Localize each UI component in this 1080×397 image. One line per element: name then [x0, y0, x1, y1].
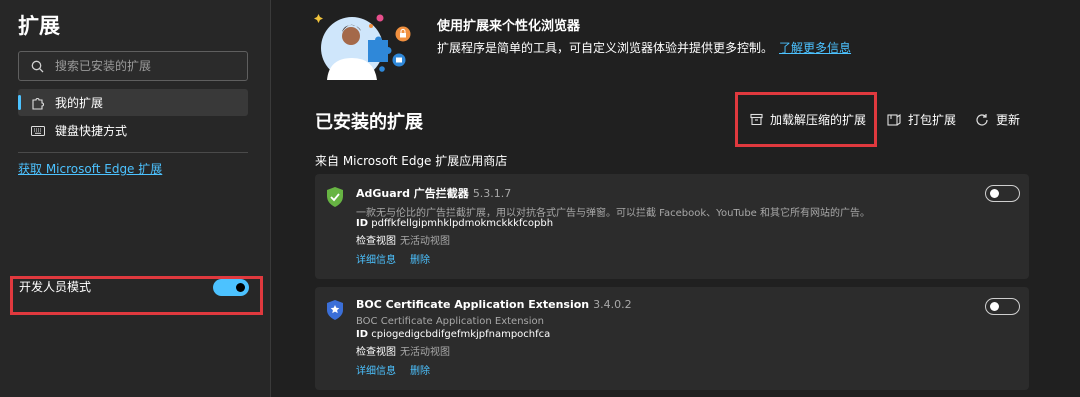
installed-title: 已安装的扩展: [315, 112, 423, 133]
sidebar-item-my-extensions[interactable]: 我的扩展: [18, 89, 248, 116]
inspect-label: 检查视图: [356, 236, 396, 247]
extension-links: 详细信息 删除: [356, 251, 444, 266]
extension-id: ID cpiogedigcbdifgefmkjpfnampochfca: [356, 329, 550, 340]
extension-id: ID pdffkfellgipmhklpdmokmckkkfcopbh: [356, 218, 553, 229]
extension-name-text: AdGuard 广告拦截器: [356, 187, 469, 200]
toggle-knob: [236, 283, 245, 292]
remove-link[interactable]: 删除: [410, 255, 430, 266]
id-value: pdffkfellgipmhklpdmokmckkkfcopbh: [371, 218, 554, 229]
sidebar-divider: [18, 152, 248, 153]
badge-icon: [327, 300, 343, 320]
extension-name-text: BOC Certificate Application Extension: [356, 298, 590, 311]
search-input[interactable]: [55, 59, 235, 73]
id-label: ID: [356, 218, 369, 229]
extension-version: 3.4.0.2: [593, 298, 632, 311]
extension-description: 一款无与伦比的广告拦截扩展，用以对抗各式广告与弹窗。可以拦截 Facebook、…: [356, 208, 871, 219]
sidebar-item-label: 我的扩展: [55, 96, 104, 110]
update-button[interactable]: 更新: [975, 111, 1020, 128]
shield-check-icon: [327, 187, 343, 207]
extension-card-boc: BOC Certificate Application Extension 3.4…: [315, 287, 1029, 390]
extension-card-adguard: AdGuard 广告拦截器 5.3.1.7 一款无与伦比的广告拦截扩展，用以对抗各…: [315, 174, 1029, 279]
details-link[interactable]: 详细信息: [356, 255, 396, 266]
search-icon: [31, 60, 44, 72]
toggle-knob: [990, 302, 999, 311]
extension-name: AdGuard 广告拦截器 5.3.1.7: [356, 185, 511, 201]
hero-description-text: 扩展程序是简单的工具，可自定义浏览器体验并提供更多控制。: [437, 41, 774, 55]
extension-toggle[interactable]: [985, 185, 1020, 202]
inspect-views: 检查视图 无活动视图: [356, 232, 450, 247]
developer-mode-label: 开发人员模式: [19, 280, 92, 294]
store-source-label: 来自 Microsoft Edge 扩展应用商店: [315, 154, 508, 168]
refresh-icon: [976, 113, 988, 126]
id-label: ID: [356, 329, 369, 340]
sidebar-item-keyboard-shortcuts[interactable]: 键盘快捷方式: [18, 117, 248, 144]
developer-mode-toggle[interactable]: [213, 279, 249, 296]
load-unpacked-highlight: [735, 92, 877, 147]
remove-link[interactable]: 删除: [410, 366, 430, 377]
active-indicator: [18, 95, 21, 110]
inspect-value: 无活动视图: [400, 347, 450, 358]
id-value: cpiogedigcbdifgefmkjpfnampochfca: [371, 329, 551, 340]
pack-icon: [887, 113, 901, 126]
learn-more-link[interactable]: 了解更多信息: [779, 41, 851, 55]
search-box[interactable]: [18, 51, 248, 81]
toggle-knob: [990, 189, 999, 198]
inspect-value: 无活动视图: [400, 236, 450, 247]
pack-extension-label: 打包扩展: [908, 113, 957, 127]
pack-extension-button[interactable]: 打包扩展: [887, 111, 956, 128]
hero-title: 使用扩展来个性化浏览器: [437, 19, 581, 34]
extension-name: BOC Certificate Application Extension 3.4…: [356, 298, 632, 311]
extension-links: 详细信息 删除: [356, 362, 444, 377]
extension-toggle[interactable]: [985, 298, 1020, 315]
get-extensions-link[interactable]: 获取 Microsoft Edge 扩展: [18, 160, 162, 177]
extension-version: 5.3.1.7: [472, 187, 512, 200]
update-label: 更新: [996, 113, 1021, 127]
sidebar: 扩展 我的扩展 键盘快捷方式 获取 Microsoft Edge 扩展: [0, 0, 271, 397]
puzzle-icon: [31, 96, 45, 110]
hero-description: 扩展程序是简单的工具，可自定义浏览器体验并提供更多控制。 了解更多信息: [437, 39, 851, 56]
extension-description: BOC Certificate Application Extension: [356, 316, 544, 327]
details-link[interactable]: 详细信息: [356, 366, 396, 377]
keyboard-icon: [31, 124, 45, 138]
inspect-views: 检查视图 无活动视图: [356, 343, 450, 358]
hero-illustration: [314, 14, 411, 80]
inspect-label: 检查视图: [356, 347, 396, 358]
sidebar-title: 扩展: [18, 14, 60, 38]
sidebar-item-label: 键盘快捷方式: [55, 124, 128, 138]
